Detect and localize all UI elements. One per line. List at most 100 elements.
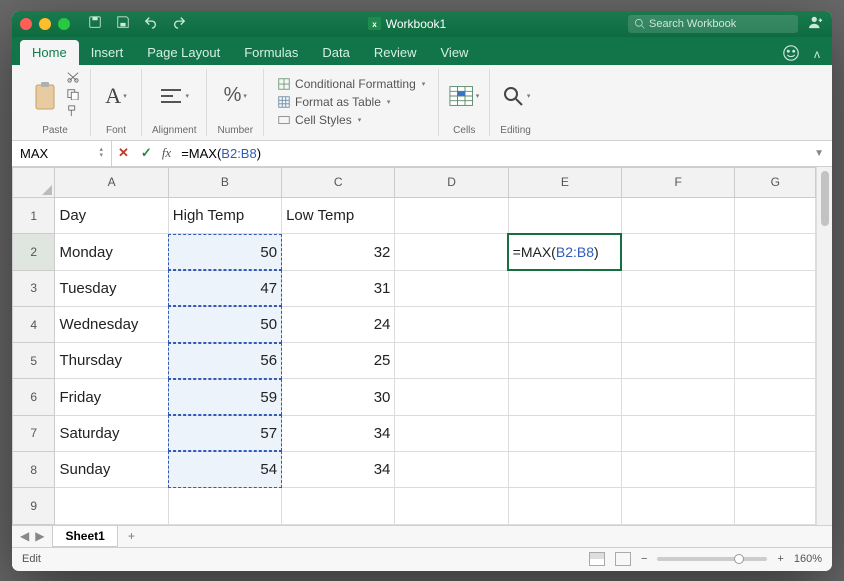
conditional-formatting-button[interactable]: Conditional Formatting [274, 76, 428, 92]
page-layout-view-icon[interactable] [615, 552, 631, 566]
tab-insert[interactable]: Insert [79, 40, 136, 65]
zoom-slider[interactable] [657, 557, 767, 561]
row-header[interactable]: 1 [13, 198, 55, 234]
tab-view[interactable]: View [429, 40, 481, 65]
paste-button[interactable] [30, 81, 60, 111]
cell[interactable] [55, 488, 168, 524]
cell[interactable] [735, 451, 816, 487]
namebox-stepper-icon[interactable]: ▴▾ [99, 147, 103, 159]
row-header[interactable]: 5 [13, 343, 55, 379]
format-painter-icon[interactable] [66, 105, 80, 120]
zoom-in-button[interactable]: + [777, 553, 783, 565]
col-header-e[interactable]: E [508, 167, 621, 198]
tab-home[interactable]: Home [20, 40, 79, 65]
col-header-d[interactable]: D [395, 167, 508, 198]
cell[interactable] [395, 343, 508, 379]
tab-data[interactable]: Data [310, 40, 361, 65]
select-all-corner[interactable] [13, 167, 55, 198]
normal-view-icon[interactable] [589, 552, 605, 566]
row-header[interactable]: 2 [13, 234, 55, 270]
cell[interactable] [395, 451, 508, 487]
cell[interactable]: 50 [168, 234, 281, 270]
cell-styles-button[interactable]: Cell Styles [274, 112, 428, 128]
row-header[interactable]: 7 [13, 415, 55, 451]
cell[interactable]: Monday [55, 234, 168, 270]
cell[interactable] [395, 306, 508, 342]
cell[interactable]: 34 [282, 451, 395, 487]
cell[interactable]: 30 [282, 379, 395, 415]
accept-formula-button[interactable]: ✓ [135, 145, 158, 161]
cell[interactable] [508, 415, 621, 451]
col-header-a[interactable]: A [55, 167, 168, 198]
cell[interactable] [395, 488, 508, 524]
account-icon[interactable] [782, 44, 800, 65]
row-header[interactable]: 3 [13, 270, 55, 306]
worksheet-grid[interactable]: A B C D E F G 1DayHigh TempLow Temp 2Mon… [12, 167, 832, 525]
cell[interactable] [508, 451, 621, 487]
cell[interactable] [621, 451, 734, 487]
cut-icon[interactable] [66, 71, 80, 86]
row-header[interactable]: 4 [13, 306, 55, 342]
ribbon-collapse-icon[interactable]: ʌ [814, 47, 820, 61]
zoom-icon[interactable] [58, 18, 70, 30]
save-icon[interactable] [116, 15, 130, 32]
cancel-formula-button[interactable]: ✕ [112, 145, 135, 161]
copy-icon[interactable] [66, 88, 80, 103]
zoom-level[interactable]: 160% [794, 553, 822, 565]
vertical-scrollbar[interactable] [816, 167, 832, 525]
cell[interactable] [735, 270, 816, 306]
cell[interactable] [735, 343, 816, 379]
col-header-g[interactable]: G [735, 167, 816, 198]
cell[interactable] [621, 379, 734, 415]
col-header-b[interactable]: B [168, 167, 281, 198]
cell[interactable]: 54 [168, 451, 281, 487]
cell[interactable] [508, 379, 621, 415]
active-cell[interactable]: =MAX(B2:B8) [508, 234, 621, 270]
cell[interactable] [395, 234, 508, 270]
cell[interactable] [735, 379, 816, 415]
formula-expand-icon[interactable]: ▼ [806, 148, 832, 159]
search-input[interactable]: Search Workbook [628, 15, 798, 33]
cell[interactable]: Low Temp [282, 198, 395, 234]
cell[interactable]: Tuesday [55, 270, 168, 306]
cell[interactable] [621, 343, 734, 379]
cell[interactable] [621, 234, 734, 270]
cell[interactable]: 50 [168, 306, 281, 342]
cell[interactable]: Day [55, 198, 168, 234]
number-format-button[interactable]: % [220, 81, 250, 111]
cell[interactable] [735, 488, 816, 524]
sheet-prev-icon[interactable]: ◀ [20, 529, 29, 543]
cell[interactable] [395, 270, 508, 306]
cell[interactable] [735, 306, 816, 342]
undo-icon[interactable] [144, 15, 158, 32]
cell[interactable] [621, 415, 734, 451]
row-header[interactable]: 8 [13, 451, 55, 487]
alignment-button[interactable] [159, 81, 189, 111]
add-sheet-button[interactable]: + [118, 529, 145, 543]
cell[interactable] [621, 306, 734, 342]
cell[interactable] [508, 343, 621, 379]
cell[interactable]: Wednesday [55, 306, 168, 342]
col-header-f[interactable]: F [621, 167, 734, 198]
cell[interactable]: 59 [168, 379, 281, 415]
cells-button[interactable] [449, 81, 479, 111]
row-header[interactable]: 9 [13, 488, 55, 524]
cell[interactable]: 25 [282, 343, 395, 379]
cell[interactable] [395, 415, 508, 451]
cell[interactable]: 56 [168, 343, 281, 379]
cell[interactable]: 57 [168, 415, 281, 451]
autosave-icon[interactable] [88, 15, 102, 32]
format-as-table-button[interactable]: Format as Table [274, 94, 428, 110]
col-header-c[interactable]: C [282, 167, 395, 198]
tab-page-layout[interactable]: Page Layout [135, 40, 232, 65]
close-icon[interactable] [20, 18, 32, 30]
sheet-next-icon[interactable]: ▶ [35, 529, 44, 543]
fx-icon[interactable]: fx [158, 145, 175, 161]
cell[interactable] [508, 198, 621, 234]
name-box[interactable]: MAX ▴▾ [12, 141, 112, 166]
minimize-icon[interactable] [39, 18, 51, 30]
cell[interactable]: Thursday [55, 343, 168, 379]
cell[interactable] [395, 198, 508, 234]
cell[interactable]: 32 [282, 234, 395, 270]
cell[interactable] [395, 379, 508, 415]
